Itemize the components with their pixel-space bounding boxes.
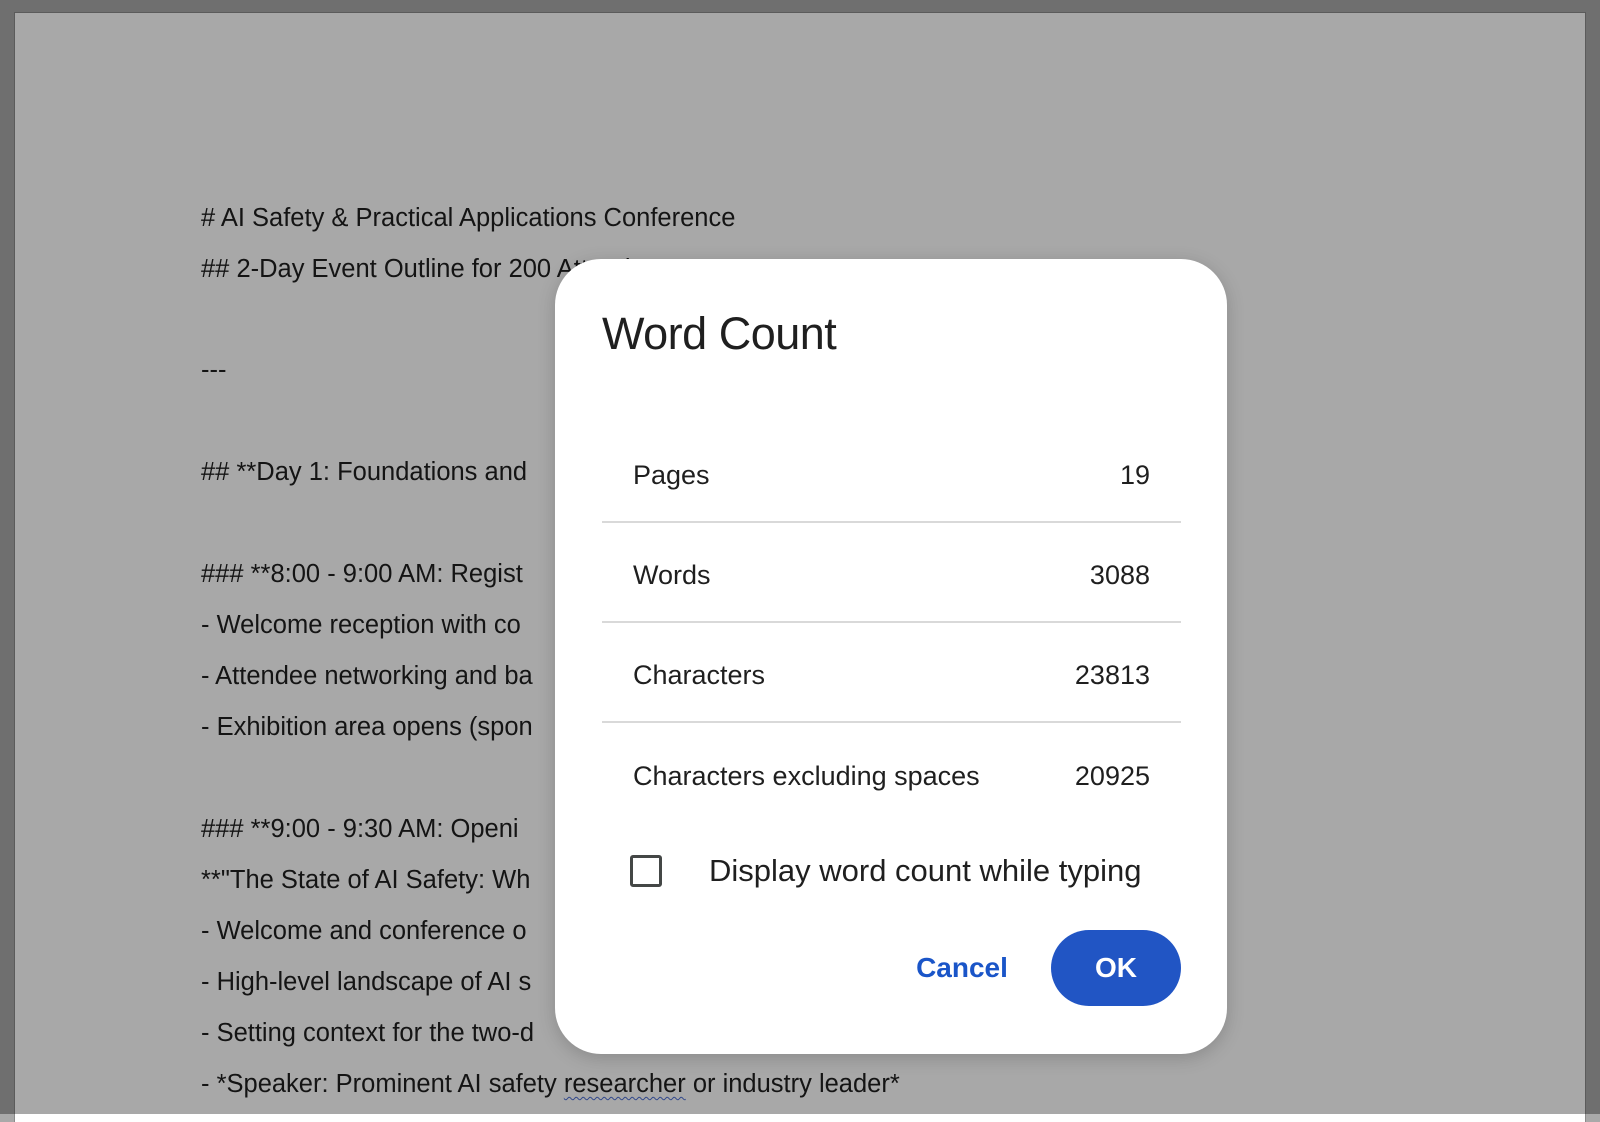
stat-label: Characters excluding spaces — [633, 761, 980, 791]
stat-row-pages: Pages 19 — [602, 423, 1181, 523]
dialog-title: Word Count — [602, 308, 837, 359]
display-word-count-checkbox[interactable] — [630, 855, 662, 887]
word-count-dialog: Word Count Pages 19 Words 3088 Character… — [555, 259, 1227, 1054]
stat-row-characters: Characters 23813 — [602, 623, 1181, 723]
stat-value: 19 — [1119, 460, 1150, 490]
ok-button[interactable]: OK — [1051, 930, 1181, 1006]
stat-label: Characters — [633, 660, 766, 690]
checkbox-label[interactable]: Display word count while typing — [709, 853, 1142, 889]
stat-value: 20925 — [1074, 761, 1150, 791]
stat-row-characters-excluding-spaces: Characters excluding spaces 20925 — [602, 724, 1181, 824]
stat-label: Pages — [633, 460, 710, 490]
stat-value: 3088 — [1089, 560, 1150, 590]
stat-row-words: Words 3088 — [602, 523, 1181, 623]
cancel-button[interactable]: Cancel — [907, 931, 1017, 1005]
stat-label: Words — [633, 560, 711, 590]
stat-value: 23813 — [1074, 660, 1150, 690]
display-word-count-option[interactable]: Display word count while typing — [630, 853, 1190, 899]
